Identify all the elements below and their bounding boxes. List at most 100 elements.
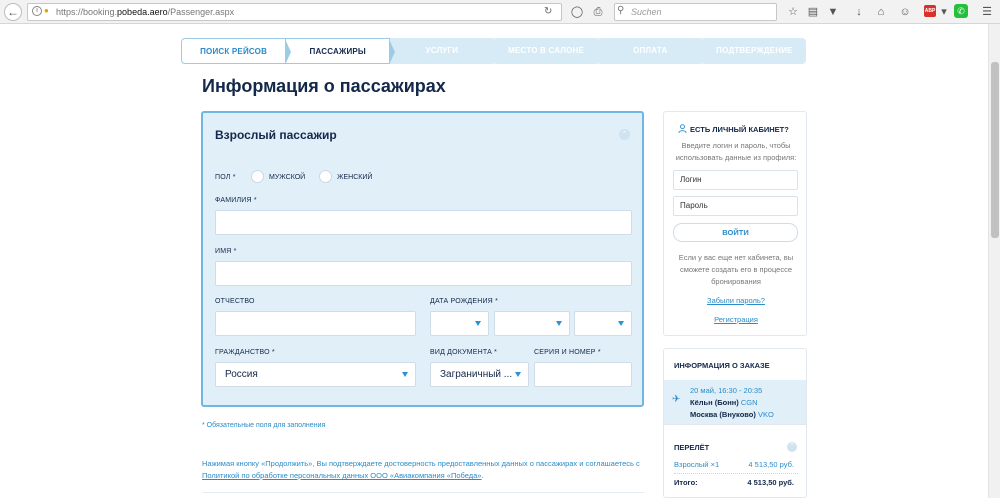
chevron-down-icon	[402, 372, 408, 377]
url-prefix: https://booking.	[56, 7, 118, 17]
url-host: pobeda.aero	[117, 7, 168, 17]
password-input[interactable]: Пароль	[673, 196, 798, 216]
step-confirmation: Подтверждение	[702, 38, 807, 64]
gender-female-radio[interactable]	[319, 170, 332, 183]
browser-toolbar: ← https://booking.pobeda.aero/Passenger.…	[0, 0, 1000, 24]
info-icon[interactable]: i	[32, 6, 42, 16]
from-code: CGN	[740, 398, 758, 407]
surname-input[interactable]	[215, 210, 632, 235]
flight-from: Кёльн (Бонн) CGN	[690, 398, 758, 407]
consent-text: Нажимая кнопку «Продолжить», Вы подтверж…	[202, 458, 642, 482]
plane-icon: ✈	[672, 394, 681, 405]
login-panel: Есть личный кабинет? Введите логин и пар…	[663, 111, 807, 336]
reader-view-icon[interactable]: ◯	[570, 5, 584, 19]
login-input[interactable]: Логин	[673, 170, 798, 190]
divider	[674, 473, 798, 474]
from-city: Кёльн (Бонн)	[690, 398, 739, 407]
login-header-text: Есть личный кабинет?	[690, 125, 789, 134]
chevron-down-icon	[515, 372, 521, 377]
step-payment: Оплата	[598, 38, 709, 64]
chevron-down-icon	[618, 321, 624, 326]
no-account-note: Если у вас еще нет кабинета, вы сможете …	[678, 253, 794, 286]
adblock-icon[interactable]: ABP	[924, 5, 936, 17]
name-label: Имя *	[215, 248, 237, 255]
page-title: Информация о пассажирах	[202, 76, 446, 96]
search-icon: ⚲	[617, 5, 625, 16]
citizenship-label: Гражданство *	[215, 349, 275, 356]
consent-text-after: .	[481, 471, 484, 480]
to-city: Москва (Внуково)	[690, 410, 756, 419]
passenger-form-title: Взрослый пассажир	[215, 128, 337, 142]
reload-icon[interactable]: ↻	[544, 6, 552, 17]
step-passengers[interactable]: Пассажиры	[286, 38, 396, 65]
birth-month-select[interactable]	[494, 311, 570, 336]
flight-date: 20 май, 16:30 - 20:35	[690, 386, 763, 395]
collapse-icon[interactable]: ⌃	[619, 129, 630, 140]
patronymic-label: Отчество	[215, 298, 255, 305]
doc-number-label: Серия и номер *	[534, 349, 601, 356]
chevron-down-icon	[556, 321, 562, 326]
back-arrow-icon[interactable]: ←	[4, 3, 22, 21]
page-scrollbar[interactable]	[988, 24, 1000, 498]
step-search-flights[interactable]: Поиск рейсов	[181, 38, 292, 65]
step-services: Услуги	[390, 38, 500, 64]
name-input[interactable]	[215, 261, 632, 286]
citizenship-select[interactable]: Россия	[215, 362, 416, 387]
divider	[664, 424, 806, 425]
address-bar[interactable]: https://booking.pobeda.aero/Passenger.as…	[27, 3, 562, 21]
flight-section-title: Перелёт	[674, 443, 710, 452]
gender-female-label[interactable]: Женский	[337, 174, 372, 181]
doc-type-label: Вид документа *	[430, 349, 498, 356]
menu-icon[interactable]: ☰	[980, 5, 994, 19]
divider	[202, 492, 644, 493]
login-button[interactable]: Войти	[673, 223, 798, 242]
patronymic-input[interactable]	[215, 311, 416, 336]
login-header: Есть личный кабинет?	[678, 124, 789, 134]
search-input[interactable]: Suchen	[614, 3, 777, 21]
passenger-line: Взрослый ×1	[674, 460, 720, 469]
lock-icon[interactable]: ●	[44, 6, 53, 16]
collapse-icon[interactable]: ⌃	[787, 442, 797, 452]
login-description: Введите логин и пароль, чтобы использова…	[675, 141, 797, 162]
total-value: 4 513,50 руб.	[747, 478, 794, 487]
register-link[interactable]: Регистрация	[664, 315, 808, 324]
chat-icon[interactable]: ☺	[898, 5, 912, 19]
scrollbar-thumb[interactable]	[991, 62, 999, 238]
order-info-panel: Информация о заказе ✈ 20 май, 16:30 - 20…	[663, 348, 807, 498]
home-icon[interactable]: ⌂	[874, 5, 888, 19]
bookmark-star-icon[interactable]: ☆	[786, 5, 800, 19]
url-path: /Passenger.aspx	[167, 7, 235, 17]
forgot-password-link[interactable]: Забыли пароль?	[664, 296, 808, 305]
doc-type-select[interactable]: Заграничный ...	[430, 362, 529, 387]
user-icon	[678, 124, 687, 133]
flight-to: Москва (Внуково) VKO	[690, 410, 774, 419]
doc-number-input[interactable]	[534, 362, 632, 387]
gender-male-label[interactable]: Мужской	[269, 174, 305, 181]
to-code: VKO	[757, 410, 774, 419]
birth-year-select[interactable]	[574, 311, 632, 336]
print-icon[interactable]: ⎙	[591, 5, 605, 19]
birthdate-label: Дата рождения *	[430, 298, 499, 305]
booking-steps: Поиск рейсов Пассажиры Услуги Место в са…	[181, 38, 807, 65]
citizenship-value: Россия	[225, 369, 258, 380]
gender-male-radio[interactable]	[251, 170, 264, 183]
consent-text-before: Нажимая кнопку «Продолжить», Вы подтверж…	[202, 459, 640, 468]
birth-day-select[interactable]	[430, 311, 489, 336]
dropdown-arrow-icon[interactable]: ▾	[937, 5, 951, 19]
whatsapp-icon[interactable]: ✆	[954, 4, 968, 18]
chevron-down-icon	[475, 321, 481, 326]
gender-label: Пол *	[215, 174, 236, 181]
pocket-icon[interactable]: ▼	[826, 5, 840, 19]
surname-label: Фамилия *	[215, 197, 257, 204]
passenger-price: 4 513,50 руб.	[748, 460, 794, 469]
clipboard-icon[interactable]: ▤	[806, 5, 820, 19]
order-header: Информация о заказе	[674, 361, 770, 370]
doc-type-value: Заграничный ...	[440, 369, 513, 380]
privacy-policy-link[interactable]: Политикой по обработке персональных данн…	[202, 471, 481, 480]
download-icon[interactable]: ↓	[852, 5, 866, 19]
step-seat: Место в салоне	[494, 38, 604, 64]
passenger-form: Взрослый пассажир ⌃ Пол * Мужской Женски…	[201, 111, 644, 407]
required-fields-note: * Обязательные поля для заполнения	[202, 422, 326, 429]
flight-summary: ✈ 20 май, 16:30 - 20:35 Кёльн (Бонн) CGN…	[664, 380, 806, 424]
total-label: Итого:	[674, 478, 698, 487]
